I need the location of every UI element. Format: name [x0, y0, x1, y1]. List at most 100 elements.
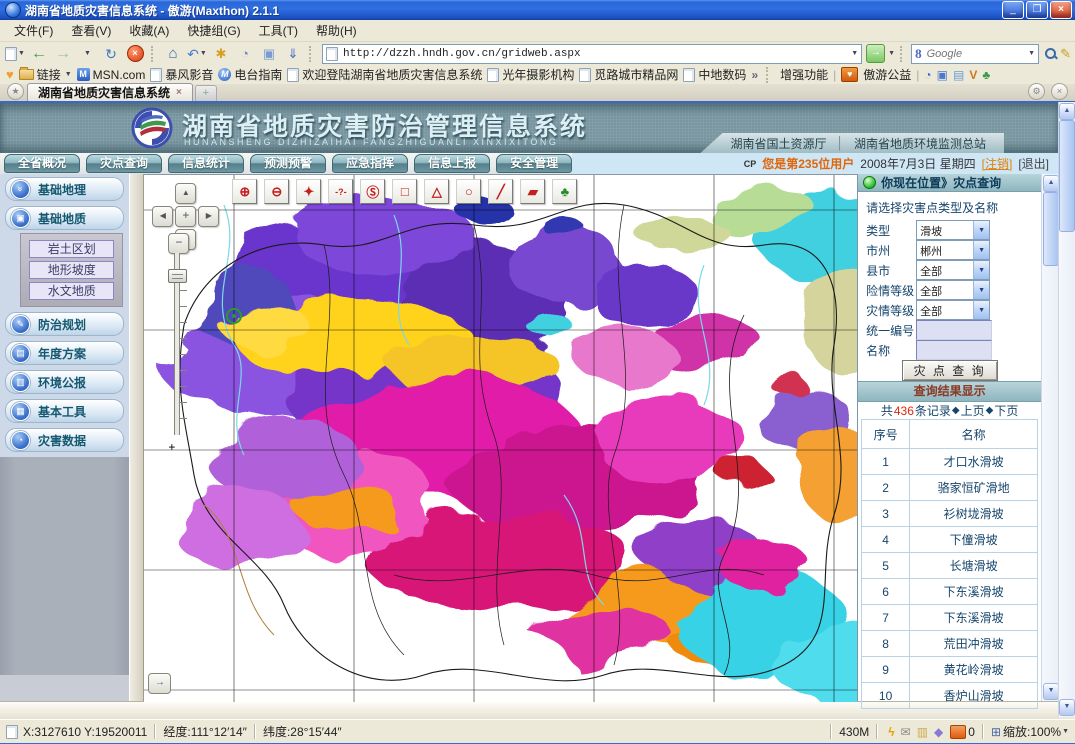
new-page-button[interactable]: ▼: [4, 44, 26, 63]
maxthon-charity-link[interactable]: 傲游公益: [863, 66, 911, 83]
table-row[interactable]: 6下东溪滑坡: [862, 579, 1038, 605]
menu-favorites[interactable]: 收藏(A): [121, 20, 177, 41]
link-msn[interactable]: MMSN.com: [77, 68, 146, 82]
map-zoom-slider[interactable]: [168, 253, 186, 435]
exit-link[interactable]: [退出]: [1018, 155, 1049, 172]
eraser-tool[interactable]: ▰: [520, 179, 545, 204]
table-row[interactable]: 7下东溪滑坡: [862, 605, 1038, 631]
sidebar-item-basic-geography[interactable]: » 基础地理: [5, 177, 124, 201]
disaster-level-select[interactable]: 全部▼: [916, 300, 990, 320]
submenu-rock-soil-zoning[interactable]: 岩土区划: [29, 240, 114, 258]
unified-code-input[interactable]: [916, 320, 992, 340]
scale-tool[interactable]: Ⓢ: [360, 179, 385, 204]
identify-tool[interactable]: -?-: [328, 179, 353, 204]
minimize-button[interactable]: _: [1002, 1, 1024, 19]
logout-link[interactable]: [注销]: [982, 155, 1013, 172]
link-land-resources-dept[interactable]: 湖南省国土资源厅: [730, 135, 826, 152]
table-row[interactable]: 5长塘滑坡: [862, 553, 1038, 579]
zoom-slider-plus-button[interactable]: +: [168, 439, 175, 456]
scroll-down-button[interactable]: ▼: [1043, 683, 1059, 700]
name-input[interactable]: [916, 340, 992, 360]
sidebar-splitter[interactable]: [129, 174, 144, 701]
download-button[interactable]: ⇓: [282, 44, 304, 63]
county-select[interactable]: 全部▼: [916, 260, 990, 280]
scroll-up-button[interactable]: ▲: [1043, 175, 1059, 192]
city-select[interactable]: 郴州▼: [916, 240, 990, 260]
forward-button[interactable]: →: [52, 44, 74, 63]
zoom-in-tool[interactable]: ⊕: [232, 179, 257, 204]
rectangle-select-tool[interactable]: □: [392, 179, 417, 204]
measure-tool[interactable]: ╱: [488, 179, 513, 204]
zoom-slider-minus-button[interactable]: −: [168, 233, 189, 254]
boost-lightning-icon[interactable]: ϟ: [888, 725, 894, 739]
refresh-button[interactable]: ↻: [100, 44, 122, 63]
nav-tab-info-statistics[interactable]: 信息统计: [168, 154, 244, 173]
search-icon[interactable]: [1044, 47, 1058, 61]
scrollbar-thumb[interactable]: [1043, 192, 1059, 266]
table-row[interactable]: 10香炉山滑坡: [862, 683, 1038, 709]
magic-fill-button[interactable]: ✱: [210, 44, 232, 63]
notes-icon[interactable]: ▤: [953, 68, 964, 82]
pan-center-button[interactable]: +: [175, 206, 196, 227]
pan-up-button[interactable]: ▲: [175, 183, 196, 204]
link-baofeng[interactable]: 暴风影音: [150, 66, 213, 83]
pan-left-button[interactable]: ◀: [152, 206, 173, 227]
next-page-link[interactable]: 下页: [994, 402, 1018, 419]
game-icon[interactable]: ♣: [982, 68, 990, 82]
undo-button[interactable]: ↶▼: [186, 44, 208, 63]
zoom-slider-handle[interactable]: [168, 269, 187, 283]
table-row[interactable]: 2骆家恒矿滑地: [862, 475, 1038, 501]
stop-button[interactable]: ×: [124, 44, 146, 63]
legend-tree-tool[interactable]: ♣: [552, 179, 577, 204]
folder-icon[interactable]: ▥: [917, 725, 928, 739]
scrollbar-thumb[interactable]: [1059, 120, 1075, 232]
printer-icon[interactable]: ✉: [901, 725, 911, 739]
tab-close-icon[interactable]: ×: [176, 87, 182, 98]
danger-level-select[interactable]: 全部▼: [916, 280, 990, 300]
sidebar-item-disaster-data[interactable]: ◔ 灾害数据: [5, 428, 124, 452]
link-zhongdi-digital[interactable]: 中地数码: [683, 66, 746, 83]
full-extent-tool[interactable]: ✦: [296, 179, 321, 204]
sidebar-item-environment-bulletin[interactable]: ▥ 环境公报: [5, 370, 124, 394]
globe-icon[interactable]: ◔: [924, 68, 931, 82]
menu-groups[interactable]: 快捷组(G): [179, 20, 248, 41]
prev-page-link[interactable]: 上页: [961, 402, 985, 419]
table-row[interactable]: 1才口水滑坡: [862, 449, 1038, 475]
sidebar-item-prevention-planning[interactable]: ✎ 防治规划: [5, 312, 124, 336]
menu-tools[interactable]: 工具(T): [251, 20, 306, 41]
close-button[interactable]: ×: [1050, 1, 1072, 19]
capture-button[interactable]: ▣: [258, 44, 280, 63]
nav-tab-info-report[interactable]: 信息上报: [414, 154, 490, 173]
favorites-heart-icon[interactable]: ♥: [6, 67, 14, 82]
link-geo-env-monitoring-station[interactable]: 湖南省地质环境监测总站: [854, 135, 986, 152]
map-viewport[interactable]: ⊕ ⊖ ✦ -?- Ⓢ □ △ ○ ╱ ▰ ♣ ▲ ◀ + ▶ ▼ −: [144, 174, 857, 702]
maxthon-skin-icon[interactable]: ♥: [841, 67, 858, 82]
sidebar-item-basic-tools[interactable]: ▦ 基本工具: [5, 399, 124, 423]
favorites-star-button[interactable]: ★: [7, 83, 24, 100]
zoom-out-tool[interactable]: ⊖: [264, 179, 289, 204]
v-plugin-icon[interactable]: V: [969, 68, 977, 82]
search-input[interactable]: [925, 47, 1025, 61]
home-button[interactable]: ⌂: [162, 44, 184, 63]
menu-help[interactable]: 帮助(H): [308, 20, 365, 41]
address-input[interactable]: [341, 47, 847, 61]
highlighter-icon[interactable]: ✎: [1060, 47, 1071, 60]
plugin-diamond-icon[interactable]: ◆: [934, 725, 943, 739]
menu-view[interactable]: 查看(V): [63, 20, 119, 41]
resize-window-icon[interactable]: ⊞: [991, 725, 1001, 739]
google-engine-icon[interactable]: 8: [915, 46, 922, 62]
table-row[interactable]: 4下僮滑坡: [862, 527, 1038, 553]
type-select[interactable]: 滑坡▼: [916, 220, 990, 240]
close-all-button[interactable]: ×: [1051, 83, 1068, 100]
disaster-query-button[interactable]: 灾 点 查 询: [902, 360, 998, 381]
scroll-up-button[interactable]: ▲: [1059, 103, 1075, 120]
enhance-features-button[interactable]: 增强功能: [780, 66, 828, 83]
link-hunan-geohazard[interactable]: 欢迎登陆湖南省地质灾害信息系统: [287, 66, 482, 83]
links-overflow-button[interactable]: »: [751, 68, 758, 82]
sidebar-item-annual-plan[interactable]: ▤ 年度方案: [5, 341, 124, 365]
map-corner-arrow-button[interactable]: →: [148, 673, 171, 694]
link-guangnian-photo[interactable]: 光年摄影机构: [487, 66, 574, 83]
link-radio-guide[interactable]: M电台指南: [218, 66, 282, 83]
polygon-select-tool[interactable]: △: [424, 179, 449, 204]
chevron-down-icon[interactable]: ▼: [851, 50, 858, 57]
